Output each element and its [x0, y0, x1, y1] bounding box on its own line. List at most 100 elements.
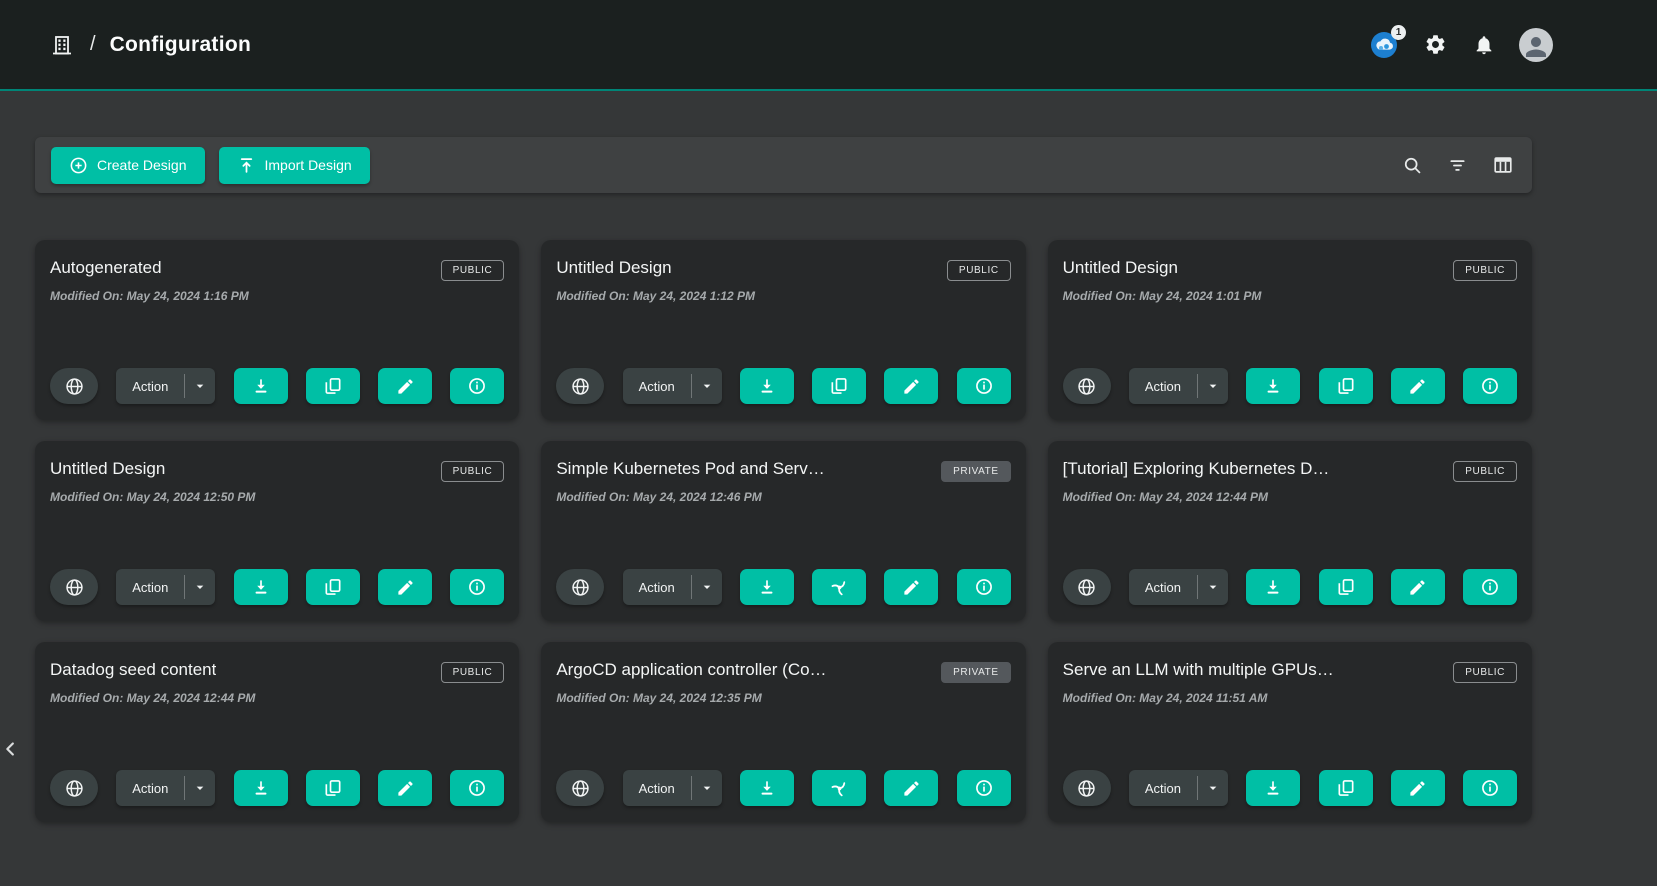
copy-button[interactable]	[306, 770, 360, 806]
action-split-button[interactable]: Action	[1129, 770, 1228, 806]
search-icon[interactable]	[1400, 153, 1425, 178]
spiral-button[interactable]	[812, 770, 866, 806]
action-split-button[interactable]: Action	[1129, 569, 1228, 605]
copy-button[interactable]	[812, 368, 866, 404]
info-button[interactable]	[1463, 368, 1517, 404]
edit-button[interactable]	[1391, 368, 1445, 404]
action-button[interactable]: Action	[116, 368, 184, 404]
chevron-down-icon[interactable]	[692, 770, 722, 806]
download-button[interactable]	[234, 368, 288, 404]
chevron-down-icon[interactable]	[1198, 569, 1228, 605]
download-button[interactable]	[740, 770, 794, 806]
chevron-down-icon[interactable]	[692, 569, 722, 605]
visibility-badge: PUBLIC	[947, 260, 1011, 281]
action-split-button[interactable]: Action	[116, 368, 215, 404]
design-title: Simple Kubernetes Pod and Serv…	[556, 459, 824, 479]
info-button[interactable]	[1463, 770, 1517, 806]
visibility-badge: PUBLIC	[441, 662, 505, 683]
download-icon	[1263, 577, 1283, 597]
action-split-button[interactable]: Action	[1129, 368, 1228, 404]
filter-icon[interactable]	[1445, 153, 1470, 178]
action-button[interactable]: Action	[1129, 770, 1197, 806]
modified-date: Modified On: May 24, 2024 12:50 PM	[50, 490, 504, 504]
info-button[interactable]	[957, 368, 1011, 404]
edit-button[interactable]	[884, 368, 938, 404]
info-button[interactable]	[957, 770, 1011, 806]
download-icon	[757, 778, 777, 798]
visibility-globe-button[interactable]	[556, 770, 604, 806]
download-button[interactable]	[740, 368, 794, 404]
action-split-button[interactable]: Action	[116, 569, 215, 605]
action-split-button[interactable]: Action	[623, 770, 722, 806]
visibility-badge: PUBLIC	[1453, 662, 1517, 683]
visibility-globe-button[interactable]	[556, 368, 604, 404]
chevron-down-icon[interactable]	[185, 368, 215, 404]
action-button[interactable]: Action	[1129, 368, 1197, 404]
info-button[interactable]	[450, 569, 504, 605]
chevron-down-icon[interactable]	[692, 368, 722, 404]
download-button[interactable]	[1246, 770, 1300, 806]
chevron-down-icon[interactable]	[1198, 770, 1228, 806]
modified-date: Modified On: May 24, 2024 12:44 PM	[50, 691, 504, 705]
download-button[interactable]	[234, 770, 288, 806]
chevron-down-icon[interactable]	[1198, 368, 1228, 404]
design-card: Untitled Design PUBLIC Modified On: May …	[1048, 240, 1532, 420]
visibility-globe-button[interactable]	[1063, 569, 1111, 605]
visibility-globe-button[interactable]	[50, 770, 98, 806]
visibility-globe-button[interactable]	[1063, 368, 1111, 404]
action-split-button[interactable]: Action	[116, 770, 215, 806]
settings-gear-icon[interactable]	[1422, 31, 1449, 58]
download-button[interactable]	[740, 569, 794, 605]
download-button[interactable]	[1246, 569, 1300, 605]
info-button[interactable]	[957, 569, 1011, 605]
visibility-badge: PUBLIC	[1453, 260, 1517, 281]
copy-button[interactable]	[306, 368, 360, 404]
action-button[interactable]: Action	[623, 770, 691, 806]
modified-date: Modified On: May 24, 2024 12:46 PM	[556, 490, 1010, 504]
avatar[interactable]	[1519, 28, 1553, 62]
notifications-bell-icon[interactable]	[1471, 32, 1497, 58]
table-view-icon[interactable]	[1490, 152, 1516, 178]
collapse-drawer-chevron[interactable]	[0, 736, 22, 765]
action-split-button[interactable]: Action	[623, 368, 722, 404]
action-button[interactable]: Action	[623, 368, 691, 404]
edit-pencil-icon	[902, 779, 921, 798]
action-button[interactable]: Action	[1129, 569, 1197, 605]
edit-button[interactable]	[884, 569, 938, 605]
download-button[interactable]	[1246, 368, 1300, 404]
action-button[interactable]: Action	[623, 569, 691, 605]
edit-button[interactable]	[378, 770, 432, 806]
visibility-globe-button[interactable]	[50, 569, 98, 605]
copy-button[interactable]	[1319, 770, 1373, 806]
action-split-button[interactable]: Action	[623, 569, 722, 605]
visibility-globe-button[interactable]	[556, 569, 604, 605]
designs-toolbar: Create Design Import Design	[35, 137, 1532, 193]
card-actions: Action	[50, 770, 504, 806]
action-button[interactable]: Action	[116, 569, 184, 605]
chevron-down-icon[interactable]	[185, 770, 215, 806]
design-title: Untitled Design	[556, 258, 671, 278]
edit-pencil-icon	[1408, 779, 1427, 798]
edit-button[interactable]	[1391, 569, 1445, 605]
create-design-button[interactable]: Create Design	[51, 147, 205, 184]
spiral-button[interactable]	[812, 569, 866, 605]
visibility-globe-button[interactable]	[1063, 770, 1111, 806]
chevron-down-icon[interactable]	[185, 569, 215, 605]
info-button[interactable]	[1463, 569, 1517, 605]
info-button[interactable]	[450, 770, 504, 806]
building-icon[interactable]	[48, 31, 76, 59]
action-button[interactable]: Action	[116, 770, 184, 806]
import-design-button[interactable]: Import Design	[219, 147, 370, 184]
info-button[interactable]	[450, 368, 504, 404]
globe-icon	[64, 778, 85, 799]
copy-button[interactable]	[1319, 368, 1373, 404]
copy-button[interactable]	[306, 569, 360, 605]
download-button[interactable]	[234, 569, 288, 605]
visibility-badge: PUBLIC	[1453, 461, 1517, 482]
edit-button[interactable]	[378, 569, 432, 605]
edit-button[interactable]	[884, 770, 938, 806]
copy-button[interactable]	[1319, 569, 1373, 605]
edit-button[interactable]	[1391, 770, 1445, 806]
edit-button[interactable]	[378, 368, 432, 404]
visibility-globe-button[interactable]	[50, 368, 98, 404]
